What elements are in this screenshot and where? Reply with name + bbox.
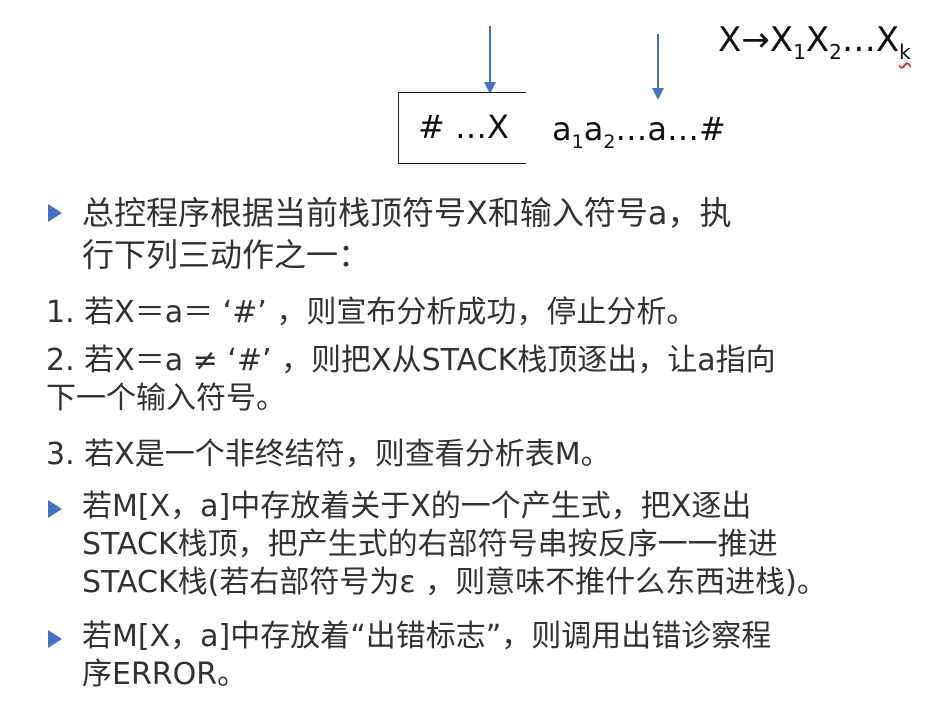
bullet-1-line-1: 总控程序根据当前栈顶符号X和输入符号a，执 [82, 194, 732, 232]
production-mid-1: X [805, 20, 830, 60]
bullet-marker-icon [48, 630, 62, 648]
production-sub-k: k [899, 40, 911, 64]
input-sub-2: 2 [603, 131, 616, 153]
numbered-2-line-2: 下一个输入符号。 [46, 381, 286, 416]
bullet-3-line-2: 序ERROR。 [82, 657, 248, 692]
numbered-2-line-1: 2. 若X＝a ≠ ‘#’ ，则把X从STACK栈顶逐出，让a指向 [46, 343, 776, 378]
bullet-3-line-1: 若M[X，a]中存放着“出错标志”，则调用出错诊察程 [82, 619, 772, 654]
bullet-paragraph-1: 总控程序根据当前栈顶符号X和输入符号a，执 行下列三动作之一： [82, 192, 732, 276]
numbered-1-line-1: 1. 若X＝a＝ ‘#’ ，则宣布分析成功，停止分析。 [46, 295, 697, 330]
stack-content: # …X [418, 108, 509, 146]
production-mid-2: …X [841, 20, 900, 60]
bullet-2-line-2: STACK栈顶，把产生式的右部符号串按反序一一推进 [82, 527, 778, 562]
production-head: X→X [718, 20, 794, 60]
numbered-3-line-1: 3. 若X是一个非终结符，则查看分析表M。 [46, 437, 611, 472]
bullet-paragraph-2: 若M[X，a]中存放着关于X的一个产生式，把X逐出 STACK栈顶，把产生式的右… [82, 488, 827, 602]
numbered-item-1: 1. 若X＝a＝ ‘#’ ，则宣布分析成功，停止分析。 [46, 294, 696, 332]
numbered-item-2: 2. 若X＝a ≠ ‘#’ ，则把X从STACK栈顶逐出，让a指向 下一个输入符… [46, 342, 776, 418]
bullet-marker-icon [48, 204, 62, 222]
stack-top-arrow-icon [484, 26, 496, 94]
input-a1: a [552, 110, 572, 148]
production-sub-2: 2 [829, 40, 842, 64]
bullet-marker-icon [48, 500, 62, 518]
bullet-paragraph-3: 若M[X，a]中存放着“出错标志”，则调用出错诊察程 序ERROR。 [82, 618, 771, 694]
production-rule: X→X1X2…Xk [718, 20, 911, 64]
input-string: a1a2…a…# [552, 110, 726, 153]
numbered-item-3: 3. 若X是一个非终结符，则查看分析表M。 [46, 436, 611, 474]
bullet-1-line-2: 行下列三动作之一： [82, 236, 371, 274]
input-a2: a [583, 110, 604, 148]
bullet-2-line-1: 若M[X，a]中存放着关于X的一个产生式，把X逐出 [82, 489, 752, 524]
input-rest: …a…# [615, 110, 726, 148]
input-sub-1: 1 [571, 131, 584, 153]
bullet-2-line-3: STACK栈(若右部符号为ε ，则意味不推什么东西进栈)。 [82, 565, 827, 600]
input-pointer-arrow-icon [652, 34, 664, 100]
production-sub-1: 1 [793, 40, 806, 64]
